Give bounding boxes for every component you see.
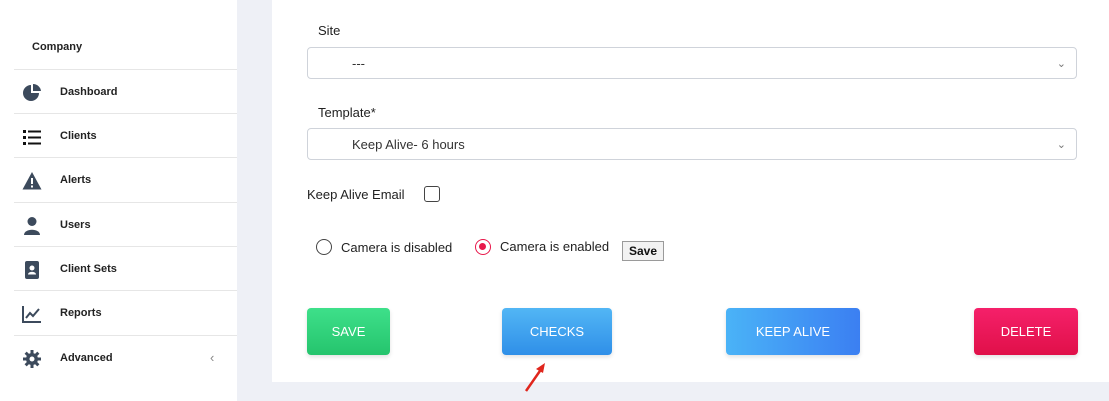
address-book-icon (25, 261, 39, 279)
gear-icon (23, 350, 41, 368)
save-button[interactable]: SAVE (307, 308, 390, 355)
keep-alive-email-checkbox[interactable] (424, 186, 440, 202)
camera-disabled-label: Camera is disabled (341, 240, 453, 255)
warning-icon (22, 172, 42, 190)
delete-button[interactable]: DELETE (974, 308, 1078, 355)
chevron-left-icon: ‹ (210, 350, 215, 365)
keep-alive-email-label: Keep Alive Email (307, 187, 405, 202)
site-label: Site (318, 23, 341, 38)
sidebar-item-label: Clients (60, 130, 97, 142)
sidebar-item-client-sets[interactable]: Client Sets (0, 247, 237, 291)
sidebar: Company Dashboard Clients Alerts Users C… (0, 0, 237, 401)
sidebar-item-label: Users (60, 219, 91, 231)
sidebar-item-users[interactable]: Users (0, 203, 237, 247)
camera-enabled-label: Camera is enabled (500, 239, 610, 254)
company-name: Company (32, 41, 83, 53)
sidebar-item-advanced[interactable]: Advanced ‹ (0, 336, 237, 380)
camera-save-button[interactable]: Save (622, 241, 664, 261)
site-select[interactable]: --- ⌄ (307, 47, 1077, 79)
chevron-down-icon: ⌄ (1056, 58, 1066, 70)
sidebar-item-reports[interactable]: Reports (0, 291, 237, 335)
sidebar-item-label: Reports (60, 307, 102, 319)
camera-disabled-radio[interactable] (316, 239, 332, 255)
user-icon (24, 217, 40, 235)
line-chart-icon (22, 306, 41, 323)
sidebar-item-label: Client Sets (60, 263, 117, 275)
keep-alive-button[interactable]: KEEP ALIVE (726, 308, 860, 355)
sidebar-item-alerts[interactable]: Alerts (0, 158, 237, 202)
list-icon (23, 130, 41, 145)
sidebar-item-clients[interactable]: Clients (0, 114, 237, 158)
site-select-value: --- (352, 56, 365, 71)
annotation-arrow-icon (524, 363, 545, 392)
template-select-value: Keep Alive- 6 hours (352, 137, 465, 152)
chevron-down-icon: ⌄ (1056, 139, 1066, 151)
sidebar-item-label: Advanced (60, 352, 113, 364)
template-label: Template* (318, 105, 376, 120)
sidebar-item-label: Dashboard (60, 86, 118, 98)
template-select[interactable]: Keep Alive- 6 hours ⌄ (307, 128, 1077, 160)
checks-button[interactable]: CHECKS (502, 308, 612, 355)
sidebar-item-label: Alerts (60, 174, 92, 186)
pie-chart-icon (23, 83, 41, 101)
sidebar-item-dashboard[interactable]: Dashboard (0, 70, 237, 114)
camera-enabled-radio[interactable] (475, 239, 491, 255)
